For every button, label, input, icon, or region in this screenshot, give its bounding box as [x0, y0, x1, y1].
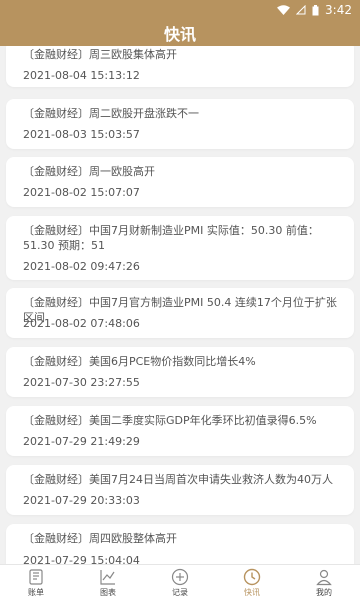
news-item[interactable]: 〔金融财经〕周三欧股集体高开 2021-08-04 15:13:12: [6, 46, 354, 87]
bottom-tab-bar: 账单 图表 记录 快讯 我的: [0, 564, 360, 600]
user-icon: [315, 568, 333, 586]
news-time: 2021-08-04 15:13:12: [23, 69, 140, 82]
news-text: 〔金融财经〕美国7月24日当周首次申请失业救济人数为40万人: [23, 473, 333, 486]
news-text: 〔金融财经〕中国7月财新制造业PMI 实际值：50.30 前值：51.30 预期…: [23, 224, 319, 252]
status-time: 3:42: [325, 3, 352, 17]
news-item[interactable]: 〔金融财经〕美国6月PCE物价指数同比增长4% 2021-07-30 23:27…: [6, 347, 354, 397]
news-time: 2021-08-02 09:47:26: [23, 260, 140, 273]
news-time: 2021-07-29 20:33:03: [23, 494, 140, 507]
news-item[interactable]: 〔金融财经〕周一欧股高开 2021-08-02 15:07:07: [6, 157, 354, 207]
tab-news[interactable]: 快讯: [216, 565, 288, 600]
status-bar: 3:42: [0, 0, 360, 20]
news-item[interactable]: 〔金融财经〕美国二季度实际GDP年化季环比初值录得6.5% 2021-07-29…: [6, 406, 354, 456]
add-circle-icon: [171, 568, 189, 586]
news-item[interactable]: 〔金融财经〕美国7月24日当周首次申请失业救济人数为40万人 2021-07-2…: [6, 465, 354, 515]
news-time: 2021-07-30 23:27:55: [23, 376, 140, 389]
news-time: 2021-07-29 21:49:29: [23, 435, 140, 448]
tab-bill[interactable]: 账单: [0, 565, 72, 600]
news-item[interactable]: 〔金融财经〕周四欧股整体高开 2021-07-29 15:04:04: [6, 524, 354, 564]
wifi-icon: [277, 5, 291, 15]
tab-label: 图表: [100, 588, 116, 597]
tab-label: 账单: [28, 588, 44, 597]
tab-label: 记录: [172, 588, 188, 597]
news-time: 2021-08-02 15:07:07: [23, 186, 140, 199]
news-item[interactable]: 〔金融财经〕中国7月财新制造业PMI 实际值：50.30 前值：51.30 预期…: [6, 216, 354, 280]
tab-label: 我的: [316, 588, 332, 597]
news-item[interactable]: 〔金融财经〕周二欧股开盘涨跌不一 2021-08-03 15:03:57: [6, 99, 354, 149]
tab-record[interactable]: 记录: [144, 565, 216, 600]
tab-chart[interactable]: 图表: [72, 565, 144, 600]
news-item[interactable]: 〔金融财经〕中国7月官方制造业PMI 50.4 连续17个月位于扩张区间 202…: [6, 288, 354, 338]
page-title: 快讯: [163, 25, 196, 44]
battery-icon: [312, 4, 319, 16]
news-text: 〔金融财经〕周一欧股高开: [23, 165, 155, 178]
news-text: 〔金融财经〕美国二季度实际GDP年化季环比初值录得6.5%: [23, 414, 317, 427]
news-time: 2021-08-02 07:48:06: [23, 317, 140, 330]
tab-mine[interactable]: 我的: [288, 565, 360, 600]
news-time: 2021-08-03 15:03:57: [23, 128, 140, 141]
bill-icon: [27, 568, 45, 586]
news-text: 〔金融财经〕周二欧股开盘涨跌不一: [23, 107, 199, 120]
news-time: 2021-07-29 15:04:04: [23, 554, 140, 564]
chart-icon: [99, 568, 117, 586]
status-icons: 3:42: [277, 3, 352, 17]
news-text: 〔金融财经〕周三欧股集体高开: [23, 48, 177, 61]
title-bar: 快讯: [0, 20, 360, 46]
news-feed[interactable]: 〔金融财经〕周三欧股集体高开 2021-08-04 15:13:12 〔金融财经…: [0, 46, 360, 564]
news-text: 〔金融财经〕美国6月PCE物价指数同比增长4%: [23, 355, 256, 368]
signal-off-icon: [296, 5, 306, 15]
tab-label: 快讯: [244, 588, 260, 597]
clock-icon: [243, 568, 261, 586]
news-text: 〔金融财经〕周四欧股整体高开: [23, 532, 177, 545]
